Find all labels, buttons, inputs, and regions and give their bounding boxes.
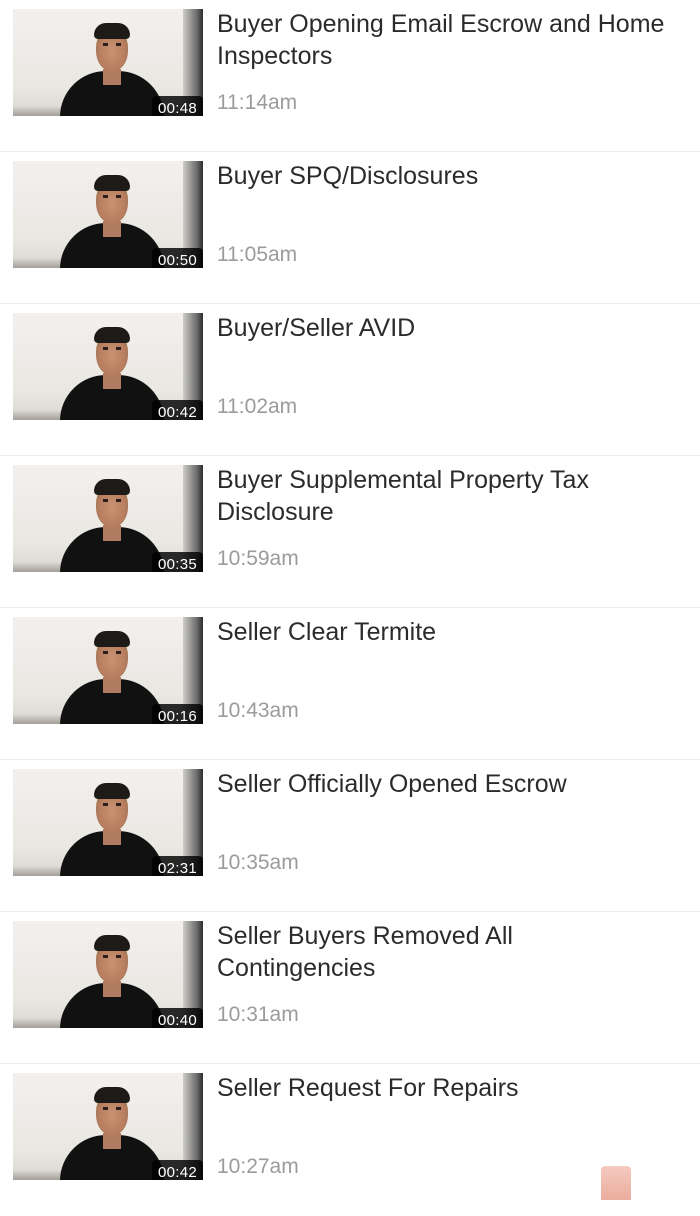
video-title[interactable]: Seller Request For Repairs: [217, 1072, 677, 1104]
video-list-item[interactable]: 00:16 Seller Clear Termite 10:43am: [0, 608, 700, 760]
video-timestamp: 10:27am: [217, 1155, 299, 1178]
video-list-item[interactable]: 00:40 Seller Buyers Removed All Continge…: [0, 912, 700, 1064]
presenter-image: [60, 323, 164, 420]
duration-badge: 00:16: [152, 704, 203, 724]
duration-badge: 00:48: [152, 96, 203, 116]
video-timestamp: 10:43am: [217, 699, 299, 722]
duration-badge: 00:42: [152, 400, 203, 420]
video-list-item[interactable]: 00:42 Seller Request For Repairs 10:27am: [0, 1064, 700, 1216]
video-title[interactable]: Seller Buyers Removed All Contingencies: [217, 920, 677, 984]
video-list: 00:48 Buyer Opening Email Escrow and Hom…: [0, 0, 700, 1216]
video-thumbnail[interactable]: 02:31: [13, 769, 203, 876]
presenter-image: [60, 19, 164, 116]
video-thumbnail[interactable]: 00:35: [13, 465, 203, 572]
video-list-item[interactable]: 00:35 Buyer Supplemental Property Tax Di…: [0, 456, 700, 608]
video-timestamp: 11:14am: [217, 91, 298, 114]
video-thumbnail[interactable]: 00:42: [13, 1073, 203, 1180]
video-title[interactable]: Buyer SPQ/Disclosures: [217, 160, 677, 192]
video-thumbnail[interactable]: 00:16: [13, 617, 203, 724]
video-thumbnail[interactable]: 00:50: [13, 161, 203, 268]
presenter-image: [60, 171, 164, 268]
presenter-image: [60, 475, 164, 572]
video-list-item[interactable]: 00:42 Buyer/Seller AVID 11:02am: [0, 304, 700, 456]
video-title[interactable]: Buyer/Seller AVID: [217, 312, 677, 344]
duration-badge: 00:50: [152, 248, 203, 268]
video-timestamp: 10:59am: [217, 547, 299, 570]
duration-badge: 00:35: [152, 552, 203, 572]
video-timestamp: 10:31am: [217, 1003, 299, 1026]
video-timestamp: 10:35am: [217, 851, 299, 874]
video-thumbnail[interactable]: 00:40: [13, 921, 203, 1028]
presenter-image: [60, 931, 164, 1028]
presenter-image: [60, 627, 164, 724]
video-title[interactable]: Seller Clear Termite: [217, 616, 677, 648]
video-list-item[interactable]: 00:50 Buyer SPQ/Disclosures 11:05am: [0, 152, 700, 304]
video-title[interactable]: Buyer Opening Email Escrow and Home Insp…: [217, 8, 677, 72]
duration-badge: 00:40: [152, 1008, 203, 1028]
duration-badge: 00:42: [152, 1160, 203, 1180]
video-thumbnail[interactable]: 00:48: [13, 9, 203, 116]
duration-badge: 02:31: [152, 856, 203, 876]
video-thumbnail[interactable]: 00:42: [13, 313, 203, 420]
floating-action-tab[interactable]: [601, 1166, 631, 1200]
presenter-image: [60, 1083, 164, 1180]
video-title[interactable]: Seller Officially Opened Escrow: [217, 768, 677, 800]
presenter-image: [60, 779, 164, 876]
video-list-item[interactable]: 02:31 Seller Officially Opened Escrow 10…: [0, 760, 700, 912]
video-timestamp: 11:02am: [217, 395, 298, 418]
video-list-item[interactable]: 00:48 Buyer Opening Email Escrow and Hom…: [0, 0, 700, 152]
video-timestamp: 11:05am: [217, 243, 298, 266]
video-title[interactable]: Buyer Supplemental Property Tax Disclosu…: [217, 464, 677, 528]
